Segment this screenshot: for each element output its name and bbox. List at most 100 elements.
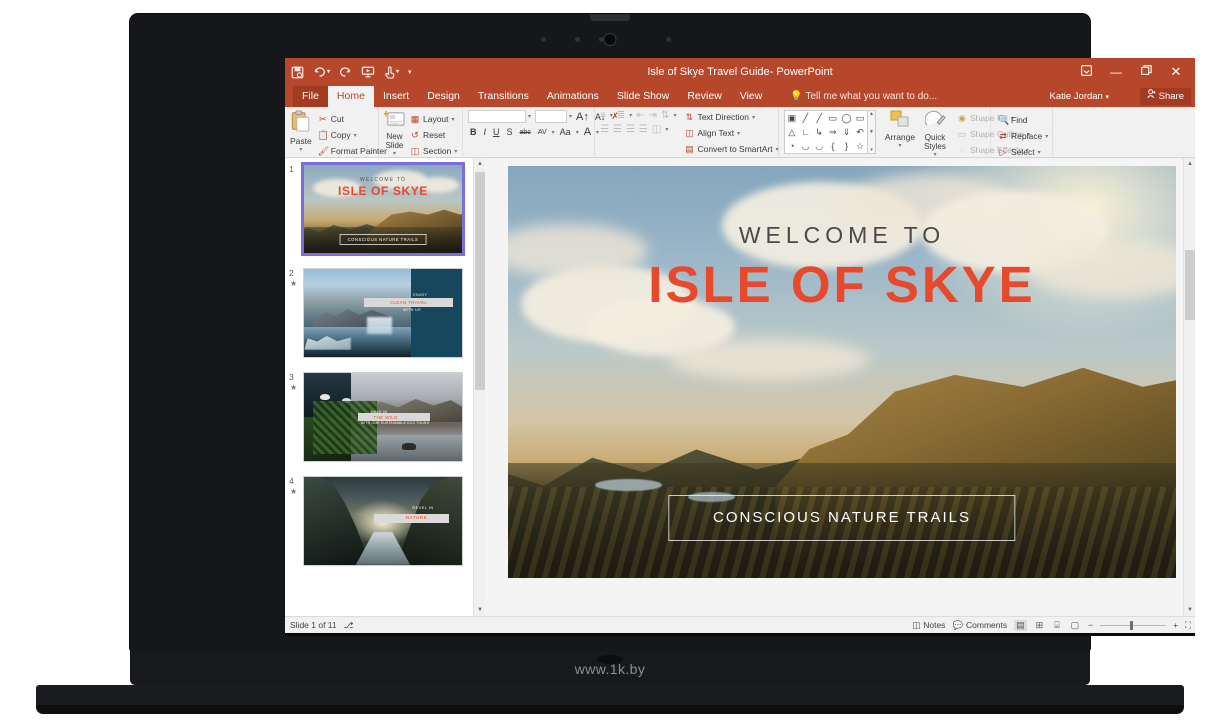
fit-to-window-button[interactable]: ⛶ xyxy=(1185,620,1191,631)
thumbnail-slide-2[interactable]: 2 ★ ENJOY CLEAN TRAVEL WITH US xyxy=(289,268,471,358)
ribbon-display-options-icon[interactable] xyxy=(1071,58,1101,86)
zoom-slider-handle[interactable] xyxy=(1130,620,1134,630)
tab-insert[interactable]: Insert xyxy=(374,86,418,107)
tab-view[interactable]: View xyxy=(731,86,772,107)
accessibility-icon[interactable]: ⎇ xyxy=(344,620,354,631)
quick-styles-button[interactable]: Quick Styles ▾ xyxy=(920,110,950,158)
replace-chevron-down-icon[interactable]: ▾ xyxy=(1045,133,1048,140)
shapes-gallery[interactable]: ▣ ╱ ╱ ▭ ◯ ▭ △ ∟ ↳ ⇒ ⇓ ↶ ◔ ◡ ◡ {} ☆ xyxy=(784,110,868,154)
reset-button[interactable]: ↺ Reset xyxy=(408,128,459,142)
shape-oval-icon[interactable]: ◯ xyxy=(840,111,854,125)
align-center-button[interactable]: ☰ xyxy=(613,124,622,135)
shape-freeform-icon[interactable]: ◔ xyxy=(785,139,799,153)
slide-show-view-button[interactable]: ▢ xyxy=(1069,620,1082,631)
thumb-canvas-2[interactable]: ENJOY CLEAN TRAVEL WITH US xyxy=(303,268,463,358)
shape-curve-icon[interactable]: ◡ xyxy=(799,139,813,153)
account-name[interactable]: Katie Jordan ▾ xyxy=(1050,86,1110,108)
shapes-more-icon[interactable]: ▾ xyxy=(870,147,873,153)
font-size-chevron-down-icon[interactable]: ▾ xyxy=(569,113,572,120)
current-slide-canvas[interactable]: WELCOME TO ISLE OF SKYE CONSCIOUS NATURE… xyxy=(508,166,1176,578)
convert-to-smartart-button[interactable]: ▤ Convert to SmartArt ▾ xyxy=(682,142,780,156)
line-spacing-chevron-down-icon[interactable]: ▾ xyxy=(673,112,676,119)
thumb-canvas-4[interactable]: REVEL IN NATURE xyxy=(303,476,463,566)
tab-design[interactable]: Design xyxy=(418,86,469,107)
tab-transitions[interactable]: Transitions xyxy=(469,86,538,107)
paste-button[interactable]: Paste ▾ xyxy=(290,110,312,153)
text-shadow-button[interactable]: S xyxy=(505,127,515,137)
font-size-input[interactable] xyxy=(535,110,568,123)
find-button[interactable]: 🔍 Find xyxy=(996,113,1050,127)
shape-rounded-rect-icon[interactable]: ▭ xyxy=(853,111,867,125)
layout-button[interactable]: ▦ Layout ▾ xyxy=(408,112,459,126)
shape-star-icon[interactable]: ☆ xyxy=(853,139,867,153)
shapes-scroll-down-icon[interactable]: ▼ xyxy=(869,129,874,135)
align-text-button[interactable]: ◫ Align Text ▾ xyxy=(682,126,780,140)
layout-chevron-down-icon[interactable]: ▾ xyxy=(452,116,455,123)
start-button[interactable] xyxy=(285,633,317,636)
shape-left-brace-icon[interactable]: { xyxy=(826,139,840,153)
shapes-gallery-scrollbar[interactable]: ▲ ▼ ▾ xyxy=(868,110,876,154)
notes-button[interactable]: ◫ Notes xyxy=(912,620,945,631)
cut-button[interactable]: ✂ Cut xyxy=(316,112,389,126)
select-chevron-down-icon[interactable]: ▾ xyxy=(1038,149,1041,156)
copy-chevron-down-icon[interactable]: ▾ xyxy=(354,132,357,139)
shape-arc-icon[interactable]: ◡ xyxy=(812,139,826,153)
slide-scroll-thumb[interactable] xyxy=(1185,250,1195,320)
shape-line-icon[interactable]: ╱ xyxy=(799,111,813,125)
shape-right-brace-icon[interactable]: } xyxy=(840,139,854,153)
shape-curved-arrow-icon[interactable]: ↶ xyxy=(853,125,867,139)
shapes-scroll-up-icon[interactable]: ▲ xyxy=(869,111,874,117)
arrange-button[interactable]: Arrange ▾ xyxy=(883,110,917,149)
zoom-out-button[interactable]: − xyxy=(1088,620,1093,630)
new-slide-chevron-down-icon[interactable]: ▾ xyxy=(393,150,396,157)
tab-review[interactable]: Review xyxy=(678,86,730,107)
comments-button[interactable]: 💬 Comments xyxy=(952,620,1007,631)
tab-file[interactable]: File xyxy=(293,86,328,107)
tab-home[interactable]: Home xyxy=(327,86,374,107)
slide-scrollbar[interactable]: ▲ ▼ xyxy=(1183,158,1195,616)
slide-sorter-view-button[interactable]: ⊞ xyxy=(1034,620,1046,631)
bold-button[interactable]: B xyxy=(468,127,479,137)
numbering-chevron-down-icon[interactable]: ▾ xyxy=(629,112,632,119)
align-text-chevron-down-icon[interactable]: ▾ xyxy=(737,130,740,137)
paste-chevron-down-icon[interactable]: ▾ xyxy=(299,146,302,153)
minimize-button[interactable]: — xyxy=(1101,58,1131,86)
columns-chevron-down-icon[interactable]: ▾ xyxy=(665,126,668,133)
justify-button[interactable]: ☰ xyxy=(639,124,648,135)
reading-view-button[interactable]: ⌸ xyxy=(1052,620,1061,631)
change-case-chevron-down-icon[interactable]: ▾ xyxy=(576,129,579,136)
align-right-button[interactable]: ☰ xyxy=(626,124,635,135)
shape-triangle-icon[interactable]: △ xyxy=(785,125,799,139)
copy-button[interactable]: 📋 Copy ▾ xyxy=(316,128,389,142)
increase-indent-button[interactable]: ⇥ xyxy=(649,110,657,121)
character-spacing-chevron-down-icon[interactable]: ▾ xyxy=(552,129,555,136)
slide-title-text[interactable]: ISLE OF SKYE xyxy=(508,255,1176,314)
format-painter-button[interactable]: 🖌 Format Painter xyxy=(316,144,389,158)
slide-counter[interactable]: Slide 1 of 11 xyxy=(290,620,337,630)
numbering-button[interactable]: ≣ xyxy=(617,110,625,121)
normal-view-button[interactable]: ▤ xyxy=(1014,619,1027,631)
line-spacing-button[interactable]: ⇅ xyxy=(661,110,669,121)
shape-line-arrow-icon[interactable]: ╱ xyxy=(812,111,826,125)
shape-elbow-icon[interactable]: ∟ xyxy=(799,125,813,139)
thumbnails-scroll-down-icon[interactable]: ▼ xyxy=(474,604,485,616)
shape-elbow-arrow-icon[interactable]: ↳ xyxy=(812,125,826,139)
slide-cta-box[interactable]: CONSCIOUS NATURE TRAILS xyxy=(668,494,1016,541)
bullets-button[interactable]: ≡ xyxy=(600,110,606,121)
columns-button[interactable]: ◫ xyxy=(652,124,661,135)
tab-slide-show[interactable]: Slide Show xyxy=(608,86,679,107)
underline-button[interactable]: U xyxy=(491,127,502,137)
zoom-slider[interactable] xyxy=(1100,620,1167,630)
font-name-input[interactable] xyxy=(468,110,526,123)
tell-me-search[interactable]: 💡 Tell me what you want to do... xyxy=(790,86,937,107)
bullets-chevron-down-icon[interactable]: ▾ xyxy=(610,112,613,119)
thumbnail-slide-3[interactable]: 3 ★ WALK IN THE WILD WITH OUR SUSTAINABL… xyxy=(289,372,471,462)
text-direction-chevron-down-icon[interactable]: ▾ xyxy=(752,114,755,121)
section-button[interactable]: ◫ Section ▾ xyxy=(408,144,459,158)
shape-down-arrow-icon[interactable]: ⇓ xyxy=(840,125,854,139)
shape-rectangle-icon[interactable]: ▭ xyxy=(826,111,840,125)
character-spacing-button[interactable]: AV xyxy=(536,129,549,136)
zoom-in-button[interactable]: + xyxy=(1173,620,1178,630)
thumbnails-scroll-up-icon[interactable]: ▲ xyxy=(474,158,485,170)
thumbnail-slide-4[interactable]: 4 ★ REVEL IN NATURE xyxy=(289,476,471,566)
